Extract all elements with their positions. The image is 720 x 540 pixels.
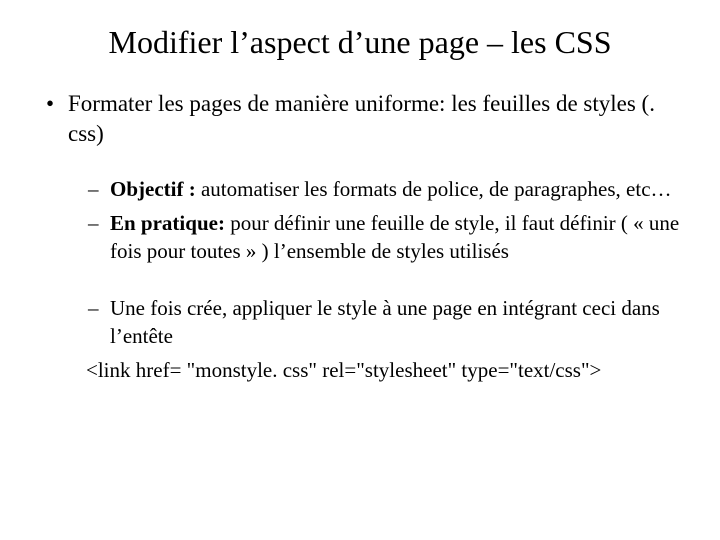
sub-item-objectif: Objectif : automatiser les formats de po…: [86, 175, 680, 203]
sub-item-objectif-bold: Objectif :: [110, 177, 196, 201]
bullet-item-1: Formater les pages de manière uniforme: …: [40, 89, 680, 384]
sub-item-apply: Une fois crée, appliquer le style à une …: [86, 294, 680, 351]
slide: Modifier l’aspect d’une page – les CSS F…: [0, 0, 720, 540]
spacer: [68, 272, 680, 294]
slide-title: Modifier l’aspect d’une page – les CSS: [40, 24, 680, 61]
bullet-list-level1: Formater les pages de manière uniforme: …: [40, 89, 680, 384]
code-line: <link href= "monstyle. css" rel="stylesh…: [86, 357, 680, 384]
sub-item-apply-text: Une fois crée, appliquer le style à une …: [110, 296, 660, 348]
sub-item-pratique: En pratique: pour définir une feuille de…: [86, 209, 680, 266]
bullet-list-level2-a: Objectif : automatiser les formats de po…: [86, 175, 680, 266]
sub-item-pratique-bold: En pratique:: [110, 211, 225, 235]
bullet-1-text: Formater les pages de manière uniforme: …: [68, 91, 655, 146]
bullet-list-level2-b: Une fois crée, appliquer le style à une …: [86, 294, 680, 351]
sub-item-objectif-rest: automatiser les formats de police, de pa…: [196, 177, 672, 201]
